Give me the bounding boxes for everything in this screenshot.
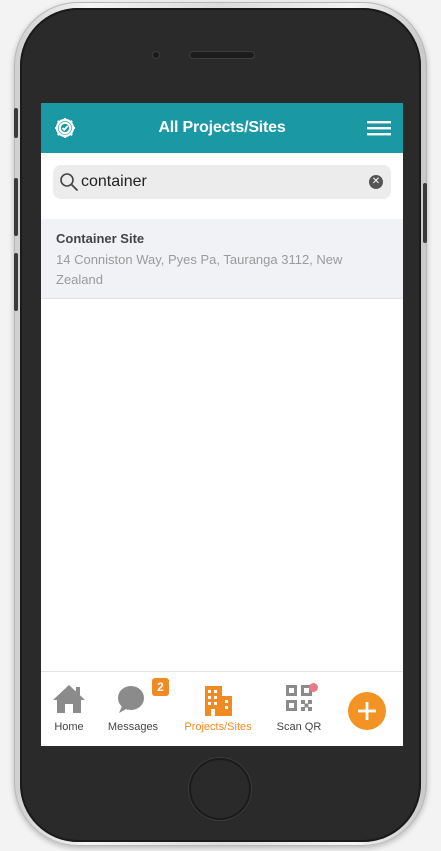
app-screen: All Projects/Sites ✕ Container Site 14 C… (41, 103, 403, 746)
tab-label: Scan QR (276, 721, 322, 733)
tab-projects-sites[interactable]: Projects/Sites (177, 672, 259, 746)
home-button[interactable] (189, 758, 251, 820)
search-bar: ✕ (53, 165, 391, 199)
settings-gear-icon[interactable] (52, 115, 78, 141)
add-button[interactable] (348, 692, 386, 730)
earpiece-speaker (190, 52, 254, 58)
tab-home[interactable]: Home (41, 672, 97, 746)
tab-label: Home (54, 721, 84, 733)
bottom-tab-bar: Home 2 Messages Projects/Sites Scan QR (41, 671, 403, 746)
search-input[interactable] (81, 169, 361, 195)
hamburger-menu-icon[interactable] (366, 115, 392, 141)
volume-up-button (14, 178, 18, 236)
site-address: 14 Conniston Way, Pyes Pa, Tauranga 3112… (56, 252, 343, 287)
app-header: All Projects/Sites (41, 103, 403, 153)
notification-dot (309, 683, 318, 692)
clear-x-icon[interactable]: ✕ (369, 175, 383, 189)
page-title: All Projects/Sites (158, 119, 286, 136)
power-button (423, 183, 427, 243)
chat-bubble-icon (118, 686, 144, 713)
home-icon (53, 685, 85, 713)
message-count-badge: 2 (152, 678, 169, 696)
tab-label: Projects/Sites (184, 721, 252, 733)
plus-icon (358, 702, 376, 720)
list-item[interactable]: Container Site 14 Conniston Way, Pyes Pa… (41, 219, 403, 299)
site-name: Container Site (56, 231, 145, 246)
tab-messages[interactable]: 2 Messages (103, 672, 169, 746)
front-camera (153, 52, 159, 58)
volume-down-button (14, 253, 18, 311)
tab-scan-qr[interactable]: Scan QR (271, 672, 327, 746)
tab-label: Messages (107, 721, 159, 733)
search-icon (60, 173, 78, 191)
building-icon (205, 686, 232, 716)
mute-switch (14, 108, 18, 138)
